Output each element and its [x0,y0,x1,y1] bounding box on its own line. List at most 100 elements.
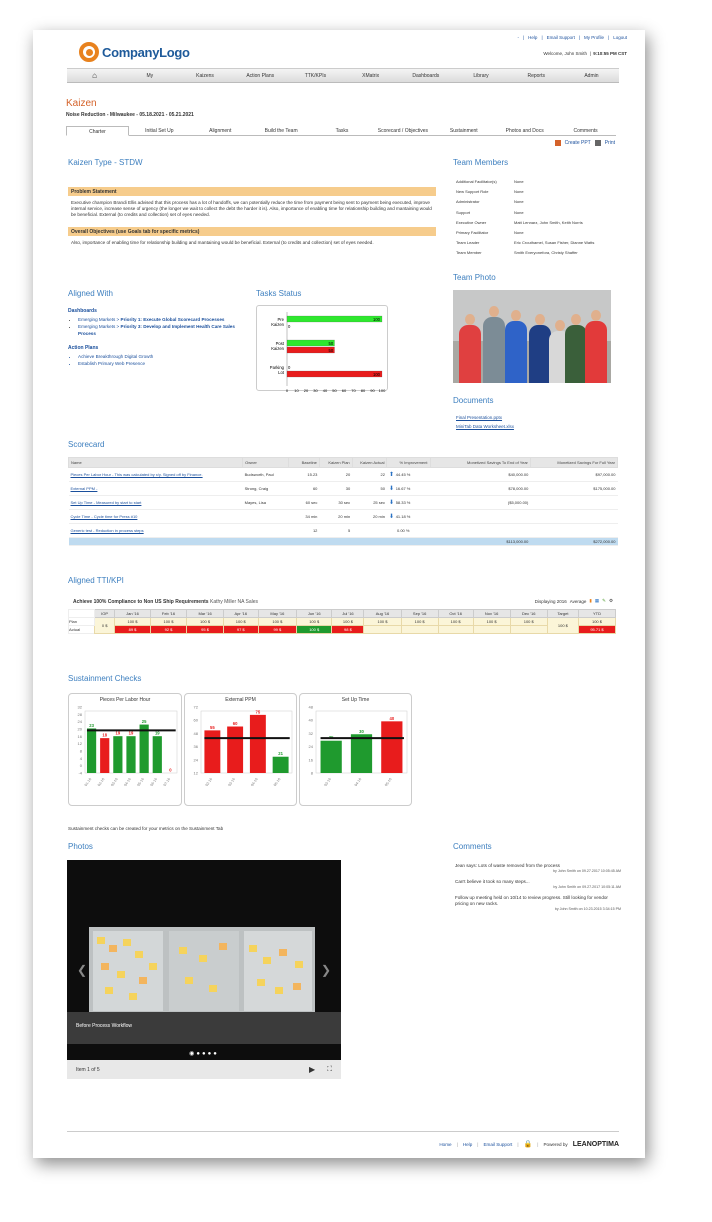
average-label[interactable]: Average [570,599,587,604]
metric-name-link[interactable]: Pieces Per Labor Hour - This was calcula… [68,467,243,482]
action-plan-item[interactable]: Achieve Breakthrough Digital Growth [78,354,253,361]
nav-library[interactable]: Library [453,73,508,79]
tab-comments[interactable]: Comments [555,126,616,135]
actual-cell[interactable]: 100 $ [295,625,333,634]
plan-cell[interactable]: 100 $ [295,617,333,626]
metric-name-link[interactable]: Cycle Time - Cycle time for Press #10 [68,509,243,524]
home-icon[interactable]: ⌂ [67,71,122,80]
nav-admin[interactable]: Admin [564,73,619,79]
dashboard-item[interactable]: Emerging Markets > Priority 1: Execute G… [78,317,253,324]
document-link[interactable]: Final Presentation.pptx [456,413,514,422]
column-header[interactable]: Monetized Savings For Full Year [529,457,619,468]
plan-cell[interactable]: 100 $ [509,617,548,626]
metric-name-link[interactable]: External PPM - [68,481,243,496]
footer-home-link[interactable]: Home [439,1142,451,1147]
document-link[interactable]: MiniTab Data Worksheet.xlsx [456,422,514,431]
actual-cell[interactable] [363,625,402,634]
footer-email-support-link[interactable]: Email Support [483,1142,512,1147]
tab-charter[interactable]: Charter [66,126,129,136]
prev-arrow-icon[interactable]: ❮ [77,963,87,977]
bar-value-label: 19 [155,731,160,736]
fullscreen-icon[interactable]: ⛶ [327,1066,332,1074]
sustainment-bar [100,738,110,773]
tab-scorecard[interactable]: Scorecard / Objectives [372,126,433,135]
nav-my[interactable]: My [122,73,177,79]
y-tick-label: 16 [78,734,83,739]
column-header[interactable]: % Improvement [386,457,431,468]
tab-initial-set-up[interactable]: Initial Set Up [129,126,190,135]
x-tick-label: 01-16 [84,777,93,787]
actual-cell[interactable]: 95 $ [186,625,224,634]
next-arrow-icon[interactable]: ❯ [321,963,331,977]
footer-help-link[interactable]: Help [463,1142,472,1147]
gear-icon[interactable]: ⚙ [609,598,613,604]
logout-link[interactable]: Logout [613,35,627,40]
plan-cell[interactable]: 100 $ [400,617,439,626]
column-header[interactable]: Owner [242,457,290,468]
actual-cell[interactable]: 92 $ [149,625,188,634]
tab-sustainment[interactable]: Sustainment [433,126,494,135]
metric-plan: 30 [319,481,353,496]
plan-cell[interactable]: 100 $ [257,617,298,626]
edit-icon[interactable]: ✎ [602,598,606,604]
actual-cell[interactable] [509,625,548,634]
tab-build-the-team[interactable]: Build the Team [251,126,312,135]
metric-baseline: 15.23 [288,467,320,482]
actual-cell[interactable] [400,625,439,634]
print-link[interactable]: Print [605,140,615,146]
slide-dots[interactable]: ◉●●●● [67,1050,341,1057]
plan-cell[interactable]: 100 $ [222,617,259,626]
actual-cell[interactable]: 98 $ [331,625,365,634]
column-header[interactable]: Baseline [288,457,320,468]
y-tick-label: 8 [311,771,314,776]
email-support-link[interactable]: Email Support [547,35,575,40]
actual-cell[interactable] [437,625,474,634]
my-profile-link[interactable]: My Profile [584,35,604,40]
action-plan-item[interactable]: Establish Primary Web Presence [78,361,253,368]
plan-cell[interactable]: 100 $ [114,617,151,626]
nav-reports[interactable]: Reports [509,73,564,79]
nav-dashboards[interactable]: Dashboards [398,73,453,79]
dashboard-item[interactable]: Emerging Markets > Priority 3: Develop a… [78,324,253,337]
kpi-name[interactable]: Achieve 100% Compliance to Non US Ship R… [73,599,209,605]
plan-cell[interactable]: 100 $ [437,617,474,626]
plan-cell[interactable]: 100 $ [363,617,402,626]
actual-cell[interactable]: 99 $ [257,625,298,634]
bar-chart-icon[interactable]: ▮ [589,598,591,604]
tab-alignment[interactable]: Alignment [190,126,251,135]
company-logo[interactable]: CompanyLogo [79,40,194,64]
metric-name-link[interactable]: Set Up Time - Measured by start to start [68,495,243,510]
plan-cell[interactable]: 100 $ [186,617,224,626]
tab-photos-docs[interactable]: Photos and Docs [494,126,555,135]
ppt-icon[interactable] [554,140,561,146]
nav-action-plans[interactable]: Action Plans [233,73,288,79]
slide-image[interactable] [89,927,315,1015]
plan-cell[interactable]: 100 $ [331,617,365,626]
metric-improvement: ⬇ 16.67 % [386,481,430,496]
metric-name-link[interactable]: Generic test - Reduction in process step… [68,523,243,538]
help-link[interactable]: Help [528,35,537,40]
nav-ttk-kpis[interactable]: TTK/KPIs [288,73,343,79]
displaying-year[interactable]: Displaying 2016 [535,599,567,604]
table-icon[interactable]: ▦ [595,598,599,604]
column-header[interactable]: Name [67,457,244,468]
x-tick-label: 07-16 [163,777,172,787]
plan-cell[interactable]: 100 $ [472,617,511,626]
column-header[interactable]: Kaizen Actual [351,457,388,468]
column-header[interactable]: Kaizen Plan [318,457,353,468]
sustainment-note: Sustainment checks can be created for yo… [68,826,224,831]
create-ppt-link[interactable]: Create PPT [565,140,591,146]
actual-cell[interactable]: 89 $ [114,625,151,634]
column-header[interactable]: Monetized Savings To End of Year [429,457,531,468]
bar-value-label: 19 [116,731,121,736]
metric-actual: 25 sec [352,495,387,510]
x-tick-label: 100 [379,388,386,392]
plan-cell[interactable]: 100 $ [149,617,188,626]
play-icon[interactable]: ▶ [309,1065,315,1074]
nav-xmatrix[interactable]: XMatrix [343,73,398,79]
nav-kaizens[interactable]: Kaizens [177,73,232,79]
actual-cell[interactable]: 97 $ [222,625,259,634]
tab-tasks[interactable]: Tasks [312,126,373,135]
print-icon[interactable] [594,140,601,146]
actual-cell[interactable] [472,625,511,634]
